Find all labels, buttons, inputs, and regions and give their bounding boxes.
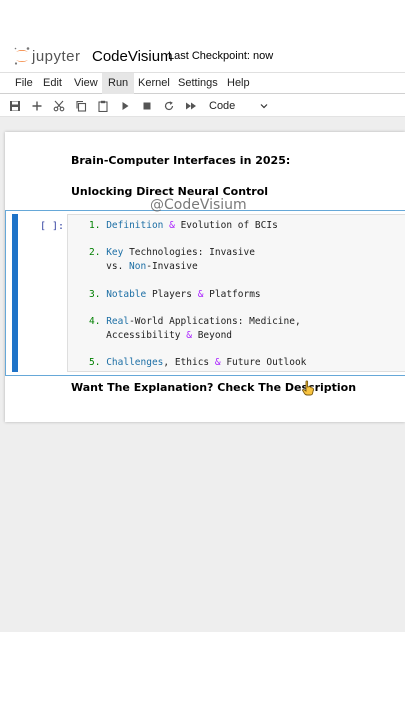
notebook-toolbar: Code bbox=[0, 95, 405, 117]
code-line: 2. Key Technologies: Invasive bbox=[89, 247, 255, 258]
chevron-down-icon bbox=[260, 104, 268, 109]
notebook-workspace: Brain-Computer Interfaces in 2025: Unloc… bbox=[0, 117, 405, 632]
menu-bar: File Edit View Run Kernel Settings Help bbox=[0, 72, 405, 94]
notebook-title[interactable]: CodeVisium bbox=[92, 48, 173, 65]
watermark: @CodeVisium bbox=[150, 197, 247, 213]
pointing-hand-icon bbox=[302, 380, 314, 396]
code-line: vs. Non-Invasive bbox=[89, 261, 198, 272]
checkpoint-status: Last Checkpoint: now bbox=[168, 50, 274, 62]
copy-icon[interactable] bbox=[73, 98, 89, 114]
save-icon[interactable] bbox=[7, 98, 23, 114]
cell-type-value: Code bbox=[209, 100, 236, 112]
logo-text: jupyter bbox=[32, 48, 81, 65]
menu-view[interactable]: View bbox=[68, 73, 104, 94]
code-cell[interactable]: [ ]: 1. Definition & Evolution of BCIs 2… bbox=[5, 210, 405, 376]
cell-type-select[interactable]: Code bbox=[206, 97, 270, 115]
code-line: 1. Definition & Evolution of BCIs bbox=[89, 220, 278, 231]
markdown-heading-1: Brain-Computer Interfaces in 2025: bbox=[71, 154, 291, 167]
code-line: Accessibility & Beyond bbox=[89, 330, 233, 341]
menu-settings[interactable]: Settings bbox=[172, 73, 224, 94]
notebook-header: jupyter CodeVisium Last Checkpoint: now bbox=[0, 40, 405, 72]
fast-forward-icon[interactable] bbox=[183, 98, 199, 114]
cut-icon[interactable] bbox=[51, 98, 67, 114]
restart-icon[interactable] bbox=[161, 98, 177, 114]
notebook-panel: Brain-Computer Interfaces in 2025: Unloc… bbox=[5, 132, 405, 422]
menu-help[interactable]: Help bbox=[221, 73, 256, 94]
run-icon[interactable] bbox=[117, 98, 133, 114]
menu-kernel[interactable]: Kernel bbox=[132, 73, 176, 94]
code-line: 4. Real-World Applications: Medicine, bbox=[89, 316, 301, 327]
paste-icon[interactable] bbox=[95, 98, 111, 114]
jupyter-logo-icon bbox=[14, 47, 30, 65]
add-icon[interactable] bbox=[29, 98, 45, 114]
menu-file[interactable]: File bbox=[9, 73, 39, 94]
stop-icon[interactable] bbox=[139, 98, 155, 114]
cell-selection-bar bbox=[12, 214, 18, 372]
menu-run[interactable]: Run bbox=[102, 73, 135, 94]
code-line: 3. Notable Players & Platforms bbox=[89, 289, 261, 300]
menu-edit[interactable]: Edit bbox=[37, 73, 68, 94]
jupyter-logo[interactable]: jupyter bbox=[13, 46, 83, 66]
code-editor[interactable]: 1. Definition & Evolution of BCIs 2. Key… bbox=[67, 214, 405, 372]
code-line: 5. Challenges, Ethics & Future Outlook bbox=[89, 357, 307, 368]
cell-prompt: [ ]: bbox=[40, 221, 65, 232]
